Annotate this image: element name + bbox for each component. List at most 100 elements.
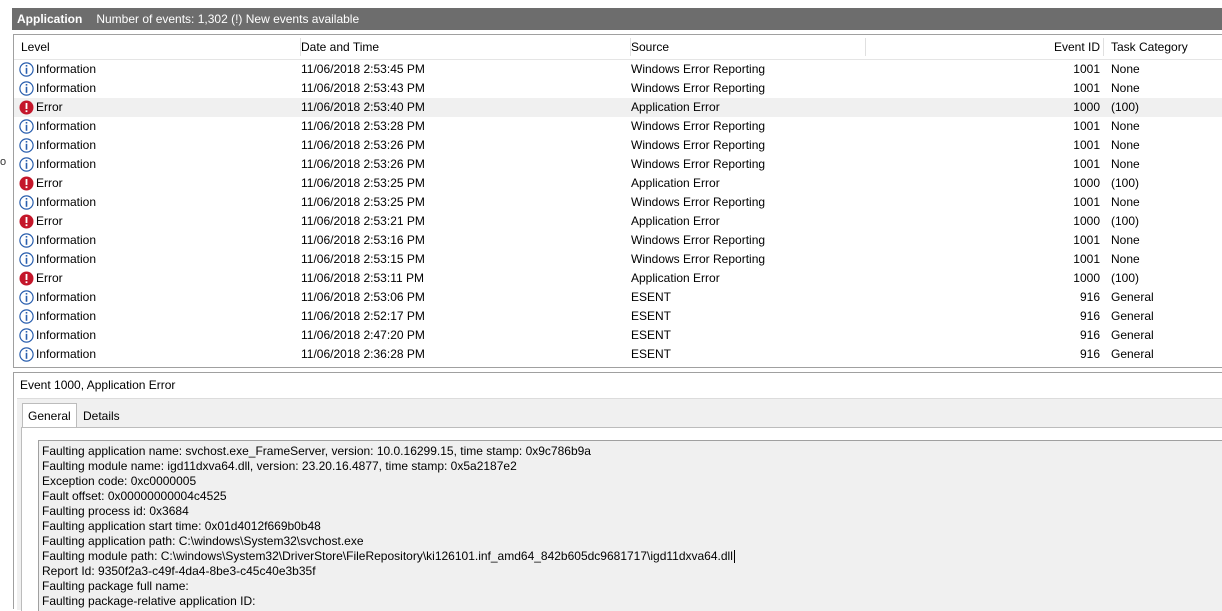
info-icon <box>19 62 34 77</box>
tab-details[interactable]: Details <box>78 406 125 426</box>
cell-event-id: 1001 <box>1073 233 1100 247</box>
cell-task-category: (100) <box>1111 176 1140 190</box>
info-icon <box>19 233 34 248</box>
cell-event-id: 1001 <box>1073 81 1100 95</box>
cell-date-time: 11/06/2018 2:53:06 PM <box>301 290 425 304</box>
table-row[interactable]: Information 11/06/2018 2:36:28 PM ESENT 916… <box>14 345 1222 364</box>
info-icon <box>19 81 34 96</box>
cell-date-time: 11/06/2018 2:36:28 PM <box>301 347 425 361</box>
clipped-text: o <box>0 156 7 168</box>
cell-level: Error <box>36 271 63 285</box>
description-line: Faulting application start time: 0x01d40… <box>42 519 1222 534</box>
cell-task-category: (100) <box>1111 100 1140 114</box>
cell-task-category: General <box>1111 328 1154 342</box>
cell-source: ESENT <box>631 347 672 361</box>
cell-event-id: 1000 <box>1073 214 1100 228</box>
cell-source: Application Error <box>631 176 720 190</box>
cell-level: Information <box>36 195 97 209</box>
cell-source: Windows Error Reporting <box>631 138 766 152</box>
cell-task-category: None <box>1111 81 1140 95</box>
column-header-task-category[interactable]: Task Category <box>1111 35 1221 59</box>
cell-level: Error <box>36 176 63 190</box>
info-icon <box>19 328 34 343</box>
cell-level: Information <box>36 309 97 323</box>
table-row[interactable]: Error 11/06/2018 2:53:11 PM Application Er… <box>14 269 1222 288</box>
column-header-source[interactable]: Source <box>631 35 866 59</box>
cell-date-time: 11/06/2018 2:53:15 PM <box>301 252 425 266</box>
log-name: Application <box>17 12 83 26</box>
table-row[interactable]: Information 11/06/2018 2:53:26 PM Windows … <box>14 136 1222 155</box>
cell-source: Windows Error Reporting <box>631 157 766 171</box>
cell-event-id: 916 <box>1079 309 1100 323</box>
column-header-level[interactable]: Level <box>21 35 301 59</box>
cell-level: Error <box>36 100 63 114</box>
cell-task-category: None <box>1111 138 1140 152</box>
table-row[interactable]: Information 11/06/2018 2:53:43 PM Windows … <box>14 79 1222 98</box>
table-row[interactable]: Information 11/06/2018 2:53:06 PM ESENT 916… <box>14 288 1222 307</box>
table-row[interactable]: Error 11/06/2018 2:53:40 PM Application Er… <box>14 98 1222 117</box>
cell-source: Windows Error Reporting <box>631 119 766 133</box>
cell-source: Windows Error Reporting <box>631 81 766 95</box>
description-line-text: Faulting process id: 0x3684 <box>42 504 189 518</box>
event-detail-pane: Event 1000, Application Error General De… <box>13 372 1222 611</box>
table-row[interactable]: Information 11/06/2018 2:53:25 PM Windows … <box>14 193 1222 212</box>
cell-level: Information <box>36 290 97 304</box>
cell-event-id: 1001 <box>1073 157 1100 171</box>
error-icon <box>19 176 34 191</box>
cell-date-time: 11/06/2018 2:53:25 PM <box>301 195 425 209</box>
table-row[interactable]: Information 11/06/2018 2:53:26 PM Windows … <box>14 155 1222 174</box>
event-detail-title: Event 1000, Application Error <box>20 378 176 392</box>
cell-source: ESENT <box>631 328 672 342</box>
events-table: Level Date and Time Source Event ID Task… <box>13 34 1222 368</box>
cell-source: Application Error <box>631 214 720 228</box>
cell-level: Information <box>36 81 97 95</box>
description-line: Faulting application path: C:\windows\Sy… <box>42 534 1222 549</box>
cell-level: Information <box>36 62 97 76</box>
cell-date-time: 11/06/2018 2:53:45 PM <box>301 62 425 76</box>
cell-date-time: 11/06/2018 2:53:25 PM <box>301 176 425 190</box>
table-row[interactable]: Error 11/06/2018 2:53:25 PM Application Er… <box>14 174 1222 193</box>
description-line-text: Faulting application path: C:\windows\Sy… <box>42 534 364 548</box>
cell-level: Information <box>36 347 97 361</box>
info-icon <box>19 195 34 210</box>
cell-source: ESENT <box>631 309 672 323</box>
cell-event-id: 1000 <box>1073 271 1100 285</box>
description-line: Faulting module name: igd11dxva64.dll, v… <box>42 459 1222 474</box>
info-icon <box>19 347 34 362</box>
table-row[interactable]: Information 11/06/2018 2:53:28 PM Windows … <box>14 117 1222 136</box>
description-line: Faulting package full name: <box>42 579 1222 594</box>
error-icon <box>19 100 34 115</box>
detail-body: General Details Faulting application nam… <box>17 398 1222 611</box>
log-title-bar: Application Number of events: 1,302 (!) … <box>12 8 1222 30</box>
cell-task-category: General <box>1111 347 1154 361</box>
table-row[interactable]: Information 11/06/2018 2:53:16 PM Windows … <box>14 231 1222 250</box>
description-line-text: Exception code: 0xc0000005 <box>42 474 197 488</box>
table-row[interactable]: Error 11/06/2018 2:53:21 PM Application Er… <box>14 212 1222 231</box>
event-count-status[interactable]: Number of events: 1,302 (!) New events a… <box>96 12 359 26</box>
table-row[interactable]: Information 11/06/2018 2:52:17 PM ESENT 916… <box>14 307 1222 326</box>
cell-source: Windows Error Reporting <box>631 195 766 209</box>
cell-date-time: 11/06/2018 2:53:26 PM <box>301 157 425 171</box>
description-line: Fault offset: 0x00000000004c4525 <box>42 489 1222 504</box>
cell-source: Application Error <box>631 100 720 114</box>
description-line-text: Report Id: 9350f2a3-c49f-4da4-8be3-c45c4… <box>42 564 316 578</box>
cell-date-time: 11/06/2018 2:53:16 PM <box>301 233 425 247</box>
cell-task-category: (100) <box>1111 214 1140 228</box>
table-row[interactable]: Information 11/06/2018 2:53:15 PM Windows … <box>14 250 1222 269</box>
cell-source: Windows Error Reporting <box>631 252 766 266</box>
cell-event-id: 1000 <box>1073 100 1100 114</box>
table-row[interactable]: Information 11/06/2018 2:53:45 PM Windows … <box>14 60 1222 79</box>
event-description-text[interactable]: Faulting application name: svchost.exe_F… <box>38 440 1222 611</box>
cell-task-category: General <box>1111 290 1154 304</box>
cell-level: Information <box>36 119 97 133</box>
table-row[interactable]: Information 11/06/2018 2:47:20 PM ESENT 916… <box>14 326 1222 345</box>
tab-general[interactable]: General <box>22 403 77 428</box>
cell-event-id: 1001 <box>1073 138 1100 152</box>
description-line: Exception code: 0xc0000005 <box>42 474 1222 489</box>
cell-level: Information <box>36 252 97 266</box>
cell-source: Windows Error Reporting <box>631 62 766 76</box>
cell-level: Information <box>36 233 97 247</box>
description-line-text: Faulting module name: igd11dxva64.dll, v… <box>42 459 517 473</box>
column-header-date-time[interactable]: Date and Time <box>301 35 631 59</box>
column-header-event-id[interactable]: Event ID <box>866 35 1104 59</box>
